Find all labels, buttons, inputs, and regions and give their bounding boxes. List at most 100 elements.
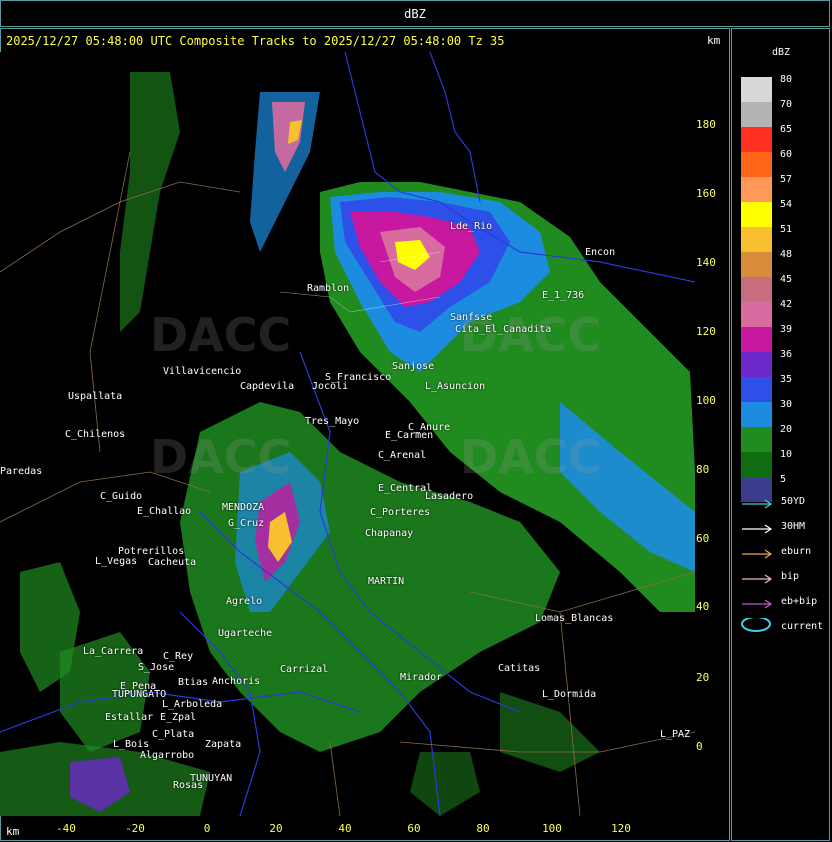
place-label: Anchoris	[212, 676, 261, 687]
legend-label: 60	[780, 149, 793, 160]
legend-swatch	[741, 377, 772, 402]
place-label: Encon	[585, 247, 616, 258]
x-tick-label: 80	[476, 822, 490, 835]
legend-label: 20	[780, 424, 793, 435]
arrow-icon	[742, 499, 773, 509]
arrow-icon	[742, 599, 773, 609]
legend-swatch	[741, 302, 772, 327]
legend-label: 80	[780, 74, 793, 85]
place-label: MARTIN	[368, 576, 405, 587]
place-label: C_Arenal	[378, 450, 427, 461]
place-label: L_PAZ	[660, 729, 691, 740]
legend-label: 65	[780, 124, 793, 135]
place-label: C_Porteres	[370, 507, 431, 518]
y-tick-label: 120	[696, 325, 716, 338]
track-label: current	[781, 621, 824, 632]
y-tick-label: 20	[696, 671, 710, 684]
place-label: E_Zpal	[160, 712, 197, 723]
legend-swatch	[741, 427, 772, 452]
legend-swatch	[741, 252, 772, 277]
place-label: Lomas_Blancas	[535, 613, 614, 624]
x-tick-label: 100	[542, 822, 562, 835]
y-tick-label: 40	[696, 600, 710, 613]
watermark-3: DACC	[150, 430, 292, 484]
place-label: L_Dormida	[542, 689, 597, 700]
y-tick-label: 180	[696, 118, 716, 131]
place-label: Carrizal	[280, 664, 329, 675]
x-tick-label: -40	[56, 822, 76, 835]
place-label: C_Anure	[408, 422, 451, 433]
place-label: C_Chilenos	[65, 429, 126, 440]
legend-label: 39	[780, 324, 793, 335]
arrow-icon	[742, 549, 773, 559]
legend-label: 70	[780, 99, 793, 110]
legend-label: 51	[780, 224, 793, 235]
legend-swatch	[741, 177, 772, 202]
place-label: La_Carrera	[83, 646, 144, 657]
place-label: S_Francisco	[325, 372, 392, 383]
legend-swatch	[741, 152, 772, 177]
watermark-4: DACC	[460, 430, 602, 484]
place-label: Lasadero	[425, 491, 474, 502]
place-label: Agrelo	[226, 596, 263, 607]
watermark-1: DACC	[150, 308, 292, 362]
place-label: E_1_736	[542, 290, 585, 301]
place-label: Sanfsse	[450, 312, 493, 323]
place-label: Zapata	[205, 739, 242, 750]
km-label-bottom: km	[6, 825, 20, 838]
place-label: L_Vegas	[95, 556, 138, 567]
y-tick-label: 60	[696, 532, 710, 545]
arrow-icon	[742, 524, 773, 534]
legend-swatch	[741, 102, 772, 127]
legend-label: 42	[780, 299, 793, 310]
x-tick-label: 40	[338, 822, 352, 835]
legend-swatch	[741, 402, 772, 427]
y-tick-label: 0	[696, 740, 703, 753]
place-label: G_Cruz	[228, 518, 265, 529]
legend-label: 57	[780, 174, 793, 185]
legend-label: 35	[780, 374, 793, 385]
legend-swatch	[741, 277, 772, 302]
place-label: Algarrobo	[140, 750, 195, 761]
place-label: Cacheuta	[148, 557, 197, 568]
place-label: C_Rey	[163, 651, 194, 662]
place-label: Capdevila	[240, 381, 295, 392]
y-tick-label: 100	[696, 394, 716, 407]
map-title: 2025/12/27 05:48:00 UTC Composite Tracks…	[6, 34, 505, 48]
track-label: 30HM	[781, 521, 806, 532]
place-label: Uspallata	[68, 391, 123, 402]
place-label: Btias	[178, 677, 209, 688]
place-label: Mirador	[400, 672, 443, 683]
track-label: eb+bip	[781, 596, 818, 607]
km-label-top: km	[707, 34, 721, 47]
place-label: C_Plata	[152, 729, 195, 740]
place-label: Villavicencio	[163, 366, 242, 377]
place-label: S_Jose	[138, 662, 175, 673]
legend-swatch	[741, 452, 772, 477]
place-label: MENDOZA	[222, 502, 265, 513]
legend-label: 30	[780, 399, 793, 410]
legend-label: 54	[780, 199, 793, 210]
x-tick-label: 20	[269, 822, 283, 835]
place-label: C_Guido	[100, 491, 143, 502]
place-label: Sanjose	[392, 361, 435, 372]
place-label: Ramblon	[307, 283, 350, 294]
place-label: Tres_Mayo	[305, 416, 360, 427]
legend-swatch	[741, 352, 772, 377]
legend-label: 10	[780, 449, 793, 460]
track-label: eburn	[781, 546, 812, 557]
place-label: Rosas	[173, 780, 204, 791]
x-tick-label: 60	[407, 822, 421, 835]
place-label: Paredas	[0, 466, 43, 477]
place-label: Catitas	[498, 663, 541, 674]
legend-swatch	[741, 202, 772, 227]
legend-label: 5	[780, 474, 787, 485]
place-label: Cita_El_Canadita	[455, 324, 552, 335]
y-tick-label: 160	[696, 187, 716, 200]
legend-swatch	[741, 327, 772, 352]
window-title: dBZ	[404, 7, 426, 21]
place-label: Lde_Rio	[450, 221, 493, 232]
x-tick-label: 0	[203, 822, 211, 835]
place-label: L_Asuncion	[425, 381, 486, 392]
place-label: L_Arboleda	[162, 699, 223, 710]
